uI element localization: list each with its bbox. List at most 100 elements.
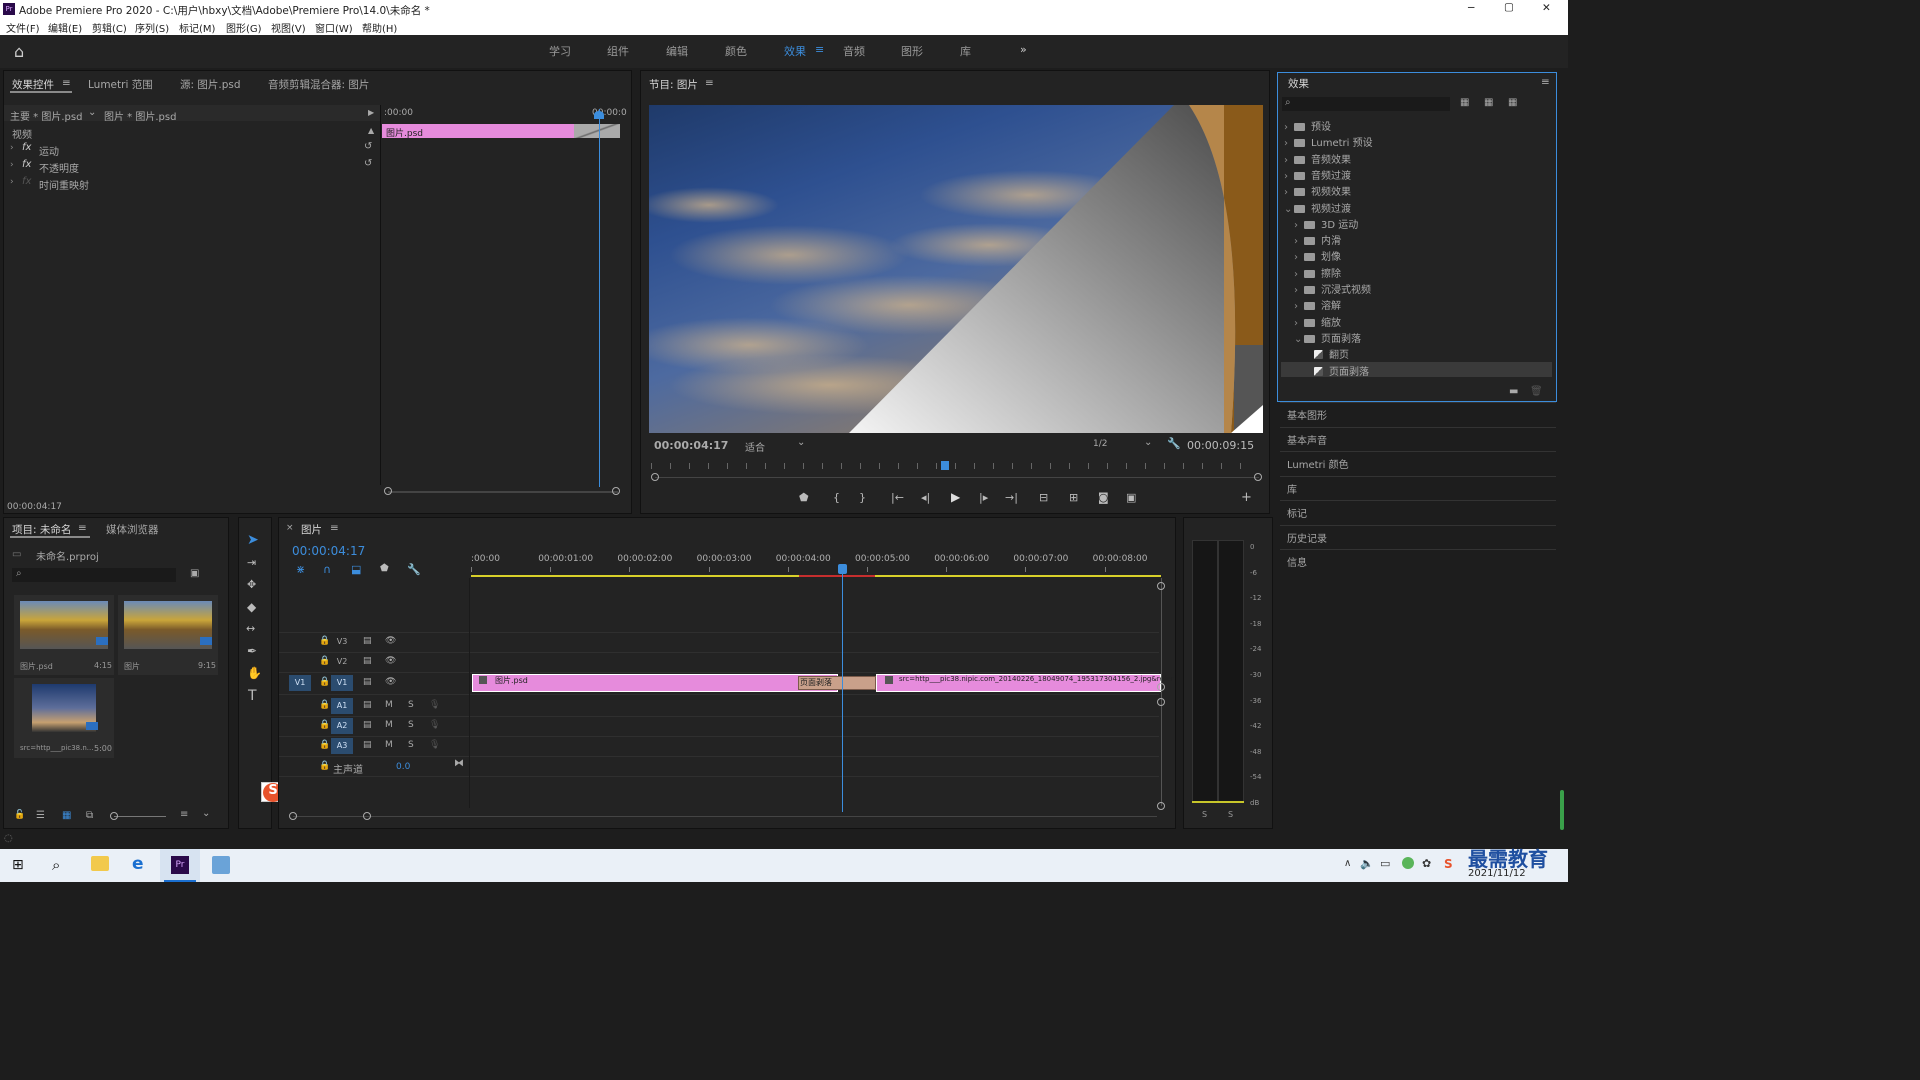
master-volume-value[interactable]: 0.0 <box>396 762 410 772</box>
eye-icon[interactable]: 👁 <box>385 677 396 687</box>
magnet-icon[interactable]: ∩ <box>323 563 331 576</box>
go-to-end-icon[interactable]: ⧓ <box>454 758 464 769</box>
premiere-taskbar-icon[interactable]: Pr <box>171 856 189 874</box>
chevron-right-icon[interactable]: › <box>1294 269 1304 280</box>
tray-app-icon[interactable]: ✿ <box>1422 857 1431 870</box>
volume-icon[interactable]: 🔈 <box>1360 857 1374 870</box>
lock-icon[interactable]: 🔒 <box>319 761 330 771</box>
ec-playhead[interactable] <box>599 109 600 487</box>
snap-icon[interactable]: ⋇ <box>296 563 305 576</box>
effects-search-input[interactable] <box>1282 97 1450 111</box>
eye-icon[interactable]: 👁 <box>385 656 396 666</box>
sort-icon[interactable]: ≡ <box>180 809 188 820</box>
effects-tree-item[interactable]: › 内滑 <box>1294 232 1341 247</box>
toggle-sync-icon[interactable]: ▤ <box>363 677 372 687</box>
lift-icon[interactable]: ⊟ <box>1039 491 1048 504</box>
chevron-down-icon[interactable]: ⌄ <box>797 437 805 448</box>
minimize-button[interactable]: ─ <box>1468 2 1474 14</box>
right-scroll-indicator[interactable] <box>1560 790 1564 830</box>
tab-effect-controls[interactable]: 效果控件 <box>12 77 54 92</box>
menu-window[interactable]: 窗口(W) <box>315 20 353 35</box>
mute-button[interactable]: M <box>385 720 393 730</box>
play-icon[interactable]: ▶ <box>951 490 960 504</box>
track-a3[interactable]: A3 <box>331 738 353 754</box>
effects-tree-item[interactable]: › 视频效果 <box>1284 183 1351 198</box>
workspace-graphics[interactable]: 图形 <box>901 43 923 59</box>
panel-menu-icon[interactable]: ≡ <box>705 77 714 89</box>
menu-graphics[interactable]: 图形(G) <box>226 20 262 35</box>
reset-icon[interactable]: ↺ <box>364 141 372 152</box>
timeline-playhead[interactable] <box>842 566 843 812</box>
effects-tree-item[interactable]: › 溶解 <box>1294 297 1341 312</box>
icon-view-icon[interactable]: ▦ <box>62 810 71 821</box>
list-view-icon[interactable]: ☰ <box>36 810 45 821</box>
chevron-right-icon[interactable]: › <box>1294 318 1304 329</box>
close-button[interactable]: ✕ <box>1542 2 1551 14</box>
razor-tool-icon[interactable]: ◆ <box>247 600 256 614</box>
compare-icon[interactable]: ▣ <box>1126 491 1136 504</box>
delete-icon[interactable]: 🗑 <box>1530 386 1543 397</box>
menu-view[interactable]: 视图(V) <box>271 20 306 35</box>
tab-source[interactable]: 源: 图片.psd <box>180 77 241 92</box>
panel-menu-icon[interactable]: ≡ <box>78 522 87 534</box>
mic-icon[interactable]: 🎙 <box>429 700 440 710</box>
toggle-sync-icon[interactable]: ▤ <box>363 700 372 710</box>
windows-start-icon[interactable]: ⊞ <box>12 857 24 873</box>
ec-transition-block[interactable] <box>574 124 620 138</box>
add-marker-icon[interactable]: ⬟ <box>380 563 389 574</box>
effect-row-opacity[interactable]: 不透明度 <box>39 160 79 175</box>
tray-chevron-icon[interactable]: ∧ <box>1344 858 1351 869</box>
effects-section-header[interactable]: 历史记录 <box>1287 530 1327 545</box>
program-ruler[interactable] <box>651 463 1259 469</box>
track-select-tool-icon[interactable]: ⇥ <box>247 556 256 569</box>
wrench-icon[interactable]: 🔧 <box>1167 437 1181 450</box>
tab-media-browser[interactable]: 媒体浏览器 <box>106 522 159 537</box>
effects-section-header[interactable]: 基本图形 <box>1287 407 1327 422</box>
lock-icon[interactable]: 🔒 <box>319 700 330 710</box>
lock-icon[interactable]: 🔒 <box>319 720 330 730</box>
toggle-sync-icon[interactable]: ▤ <box>363 656 372 666</box>
track-a1[interactable]: A1 <box>331 698 353 714</box>
lock-icon[interactable]: 🔒 <box>319 740 330 750</box>
project-search-input[interactable] <box>12 568 176 582</box>
chevron-down-icon[interactable]: ⌄ <box>1284 204 1294 215</box>
lock-icon[interactable]: 🔓 <box>14 810 25 820</box>
menu-marker[interactable]: 标记(M) <box>179 20 215 35</box>
more-workspaces-icon[interactable]: » <box>1020 43 1027 56</box>
effects-tree-item[interactable]: › 3D 运动 <box>1294 216 1358 231</box>
menu-clip[interactable]: 剪辑(C) <box>92 20 127 35</box>
sequence-clip-label[interactable]: 图片 * 图片.psd <box>104 108 176 123</box>
panel-menu-icon[interactable]: ≡ <box>330 522 339 534</box>
accelerated-effects-icon[interactable]: ▦ <box>1460 97 1469 108</box>
fx-icon[interactable]: fx <box>22 159 31 170</box>
solo-button[interactable]: S <box>408 700 414 710</box>
effects-section-header[interactable]: 库 <box>1287 481 1297 496</box>
toggle-sync-icon[interactable]: ▤ <box>363 636 372 646</box>
timeline-timecode[interactable]: 00:00:04:17 <box>292 544 365 558</box>
menu-sequence[interactable]: 序列(S) <box>135 20 169 35</box>
scroll-up-icon[interactable]: ▲ <box>368 126 374 135</box>
app-icon[interactable] <box>212 856 230 874</box>
effects-tree-item[interactable]: 页面剥落 <box>1304 363 1369 378</box>
search-icon[interactable]: ⌕ <box>52 856 60 874</box>
master-clip-label[interactable]: 主要 * 图片.psd <box>10 108 82 123</box>
chevron-down-icon[interactable]: ⌄ <box>88 107 96 118</box>
workspace-effects[interactable]: 效果 <box>784 43 806 59</box>
tray-app-icon[interactable] <box>1402 857 1414 869</box>
linked-selection-icon[interactable]: ⬓ <box>351 563 361 576</box>
workspace-audio[interactable]: 音频 <box>843 43 865 59</box>
panel-menu-icon[interactable]: ≡ <box>1541 76 1550 88</box>
hand-tool-icon[interactable]: ✋ <box>247 666 262 680</box>
yuv-effects-icon[interactable]: ▦ <box>1508 97 1517 108</box>
reset-icon[interactable]: ↺ <box>364 158 372 169</box>
timeline-title[interactable]: 图片 <box>301 522 322 537</box>
expand-time-remap-icon[interactable]: › <box>10 177 14 187</box>
menu-edit[interactable]: 编辑(E) <box>48 20 82 35</box>
step-forward-icon[interactable]: |▸ <box>979 491 988 504</box>
solo-button[interactable]: S <box>408 740 414 750</box>
solo-left-button[interactable]: S <box>1202 810 1207 819</box>
pen-tool-icon[interactable]: ✒ <box>247 644 257 658</box>
chevron-down-icon[interactable]: ⌄ <box>1294 334 1304 345</box>
step-back-icon[interactable]: ◂| <box>921 491 930 504</box>
chevron-down-icon[interactable]: ⌄ <box>202 808 210 819</box>
